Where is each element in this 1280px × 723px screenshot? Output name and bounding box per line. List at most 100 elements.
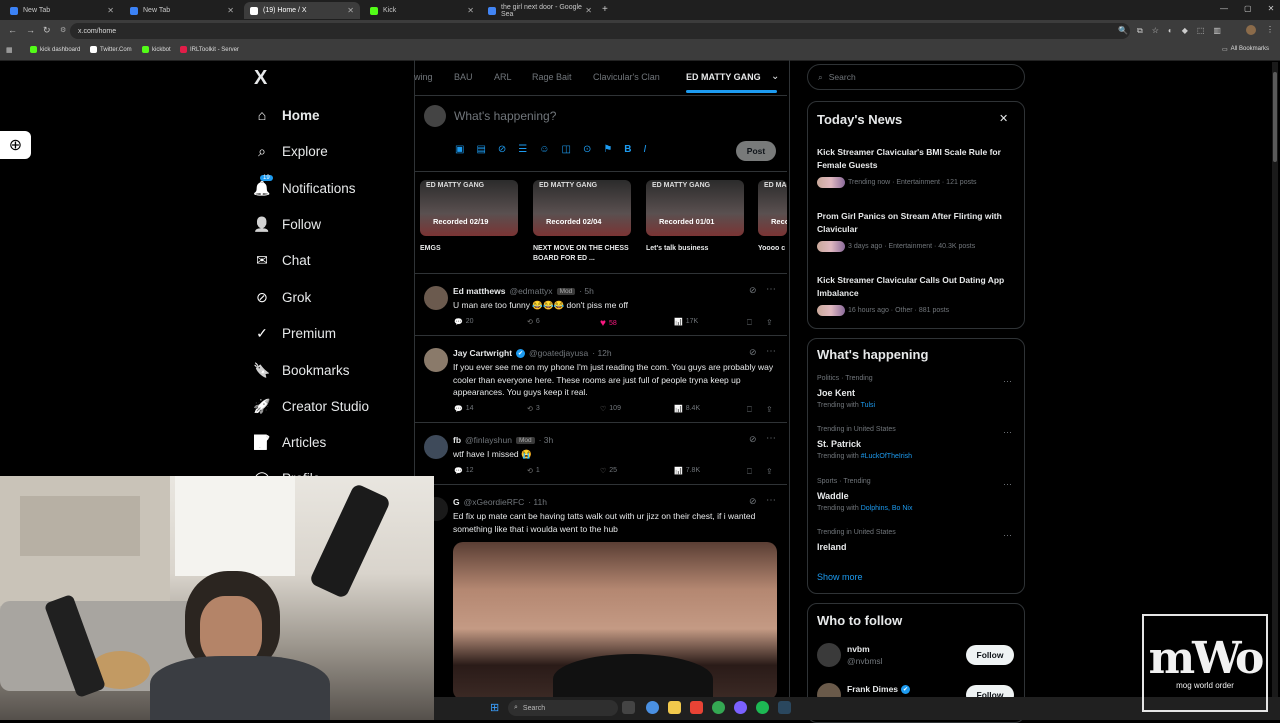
puzzle-icon[interactable]: ⬚: [1197, 26, 1205, 36]
bold-icon[interactable]: B: [624, 144, 631, 155]
video-caption[interactable]: NEXT MOVE ON THE CHESS BOARD FOR ED ...: [533, 244, 631, 264]
browser-tab[interactable]: (19) Home / X ✕: [244, 2, 360, 19]
gif-icon[interactable]: ▤: [476, 144, 485, 155]
steam-icon[interactable]: [778, 701, 791, 714]
tweet-time[interactable]: · 3h: [539, 435, 554, 445]
site-info-icon[interactable]: ⚙: [60, 26, 66, 34]
views-button[interactable]: 📊 8.4K: [674, 405, 700, 413]
extension-icon[interactable]: ◐: [1168, 26, 1173, 36]
feed-tab[interactable]: ED MATTY GANG: [686, 72, 761, 82]
grok-explain-icon[interactable]: ⊘: [749, 496, 757, 507]
tab-close-icon[interactable]: ✕: [347, 6, 354, 15]
file-explorer-icon[interactable]: [668, 701, 681, 714]
bookmark-icon[interactable]: ⎕: [747, 405, 752, 415]
video-caption[interactable]: Yoooo c: [758, 244, 787, 254]
like-button[interactable]: ♡ 109: [600, 405, 621, 413]
nav-item-premium[interactable]: ✓ Premium: [254, 325, 336, 341]
app-icon[interactable]: [690, 701, 703, 714]
trend-with-link[interactable]: #LuckOfTheIrish: [861, 453, 912, 460]
show-more-link[interactable]: Show more: [817, 572, 863, 582]
tab-close-icon[interactable]: ✕: [227, 6, 234, 15]
grok-explain-icon[interactable]: ⊘: [749, 285, 757, 296]
feed-tab[interactable]: BAU: [454, 72, 473, 82]
tweet-author-name[interactable]: Jay Cartwright: [453, 348, 512, 358]
tweet-avatar[interactable]: [424, 348, 448, 372]
feed-tab[interactable]: wing: [414, 72, 433, 82]
close-icon[interactable]: ✕: [999, 112, 1008, 125]
nav-item-notifications[interactable]: 🔔 Notifications 19: [253, 175, 356, 196]
nav-item-chat[interactable]: ✉ Chat: [254, 252, 310, 268]
tweet-author-name[interactable]: fb: [453, 435, 461, 445]
taskbar-search[interactable]: ⌕ Search: [508, 700, 618, 716]
follow-name[interactable]: Frank Dimes: [847, 684, 898, 694]
feed-tab[interactable]: Rage Bait: [532, 72, 572, 82]
nav-item-articles[interactable]: 📝 Articles: [253, 434, 326, 450]
nav-item-follow[interactable]: 👤 Follow: [253, 216, 321, 232]
emoji-icon[interactable]: ☺: [539, 144, 549, 155]
post-button[interactable]: Post: [736, 141, 776, 161]
reload-icon[interactable]: ↻: [43, 25, 51, 36]
tweet-media-image[interactable]: [453, 542, 777, 700]
more-options-icon[interactable]: ⋯: [766, 346, 776, 357]
maximize-icon[interactable]: ▢: [1244, 4, 1252, 13]
browser-tab[interactable]: the girl next door - Google Sea ✕: [482, 2, 598, 19]
like-button[interactable]: ♥ 58: [600, 318, 617, 329]
url-input[interactable]: x.com/home: [70, 23, 1130, 39]
image-icon[interactable]: ▣: [455, 144, 464, 155]
trend-more-icon[interactable]: ⋯: [1003, 479, 1012, 490]
share-icon[interactable]: ⇪: [766, 467, 773, 476]
browser-tab[interactable]: New Tab ✕: [4, 2, 120, 19]
spotify-icon[interactable]: [756, 701, 769, 714]
video-caption[interactable]: EMGS: [420, 244, 518, 254]
news-headline[interactable]: Prom Girl Panics on Stream After Flirtin…: [817, 210, 1017, 235]
tweet-avatar[interactable]: [424, 435, 448, 459]
tweet-handle[interactable]: @xGeordieRFC: [464, 497, 525, 507]
discord-icon[interactable]: [734, 701, 747, 714]
edge-icon[interactable]: [646, 701, 659, 714]
scrollbar-thumb[interactable]: [1273, 72, 1277, 162]
tweet-author-name[interactable]: Ed matthews: [453, 286, 505, 296]
trend-name[interactable]: Waddle: [817, 491, 849, 501]
windows-start-icon[interactable]: ⊞: [490, 701, 499, 714]
tweet-time[interactable]: · 11h: [528, 497, 547, 507]
views-button[interactable]: 📊 17K: [674, 318, 698, 326]
apps-icon[interactable]: ▦: [6, 46, 13, 54]
nav-item-grok[interactable]: ⊘ Grok: [254, 289, 311, 305]
forward-icon[interactable]: →: [26, 25, 35, 35]
repost-button[interactable]: ⟲ 1: [527, 467, 540, 475]
schedule-icon[interactable]: ◫: [561, 144, 570, 155]
bookmark-item[interactable]: Twitter.Com: [90, 46, 132, 53]
new-tab-icon[interactable]: +: [602, 4, 608, 15]
reply-button[interactable]: 💬 12: [454, 467, 474, 475]
magnifier-widget-icon[interactable]: ⊕: [0, 131, 31, 159]
location-icon[interactable]: ⊙: [583, 144, 591, 155]
more-options-icon[interactable]: ⋯: [766, 284, 776, 295]
all-bookmarks[interactable]: ▭ All Bookmarks: [1222, 46, 1269, 53]
nav-item-explore[interactable]: ⌕ Explore: [254, 143, 328, 159]
poll-icon[interactable]: ☰: [518, 144, 527, 155]
italic-icon[interactable]: I: [644, 144, 647, 155]
bookmark-icon[interactable]: ⎕: [747, 318, 752, 328]
repost-button[interactable]: ⟲ 3: [527, 405, 540, 413]
bookmark-item[interactable]: IRLToolkit - Server: [180, 46, 239, 53]
browser-tab[interactable]: New Tab ✕: [124, 2, 240, 19]
task-view-icon[interactable]: [622, 701, 635, 714]
views-button[interactable]: 📊 7.8K: [674, 467, 700, 475]
nav-item-home[interactable]: ⌂ Home: [254, 107, 320, 123]
more-options-icon[interactable]: ⋯: [766, 433, 776, 444]
video-card[interactable]: ED MATTY GANG Recorded 02/19: [420, 180, 518, 236]
menu-icon[interactable]: ⋮: [1266, 25, 1274, 34]
bookmark-icon[interactable]: ⎕: [747, 467, 752, 477]
browser-tab[interactable]: Kick ✕: [364, 2, 480, 19]
nav-item-bookmarks[interactable]: 🔖 Bookmarks: [253, 362, 349, 378]
compose-input[interactable]: What's happening?: [454, 109, 556, 123]
trend-name[interactable]: Joe Kent: [817, 388, 855, 398]
tweet-time[interactable]: · 12h: [592, 348, 611, 358]
tweet-handle[interactable]: @goatedjayusa: [529, 348, 588, 358]
close-window-icon[interactable]: ✕: [1268, 4, 1275, 13]
share-icon[interactable]: ⇪: [766, 405, 773, 414]
repost-button[interactable]: ⟲ 6: [527, 318, 540, 326]
tab-close-icon[interactable]: ✕: [585, 6, 592, 15]
flag-icon[interactable]: ⚑: [603, 144, 612, 155]
trend-more-icon[interactable]: ⋯: [1003, 427, 1012, 438]
